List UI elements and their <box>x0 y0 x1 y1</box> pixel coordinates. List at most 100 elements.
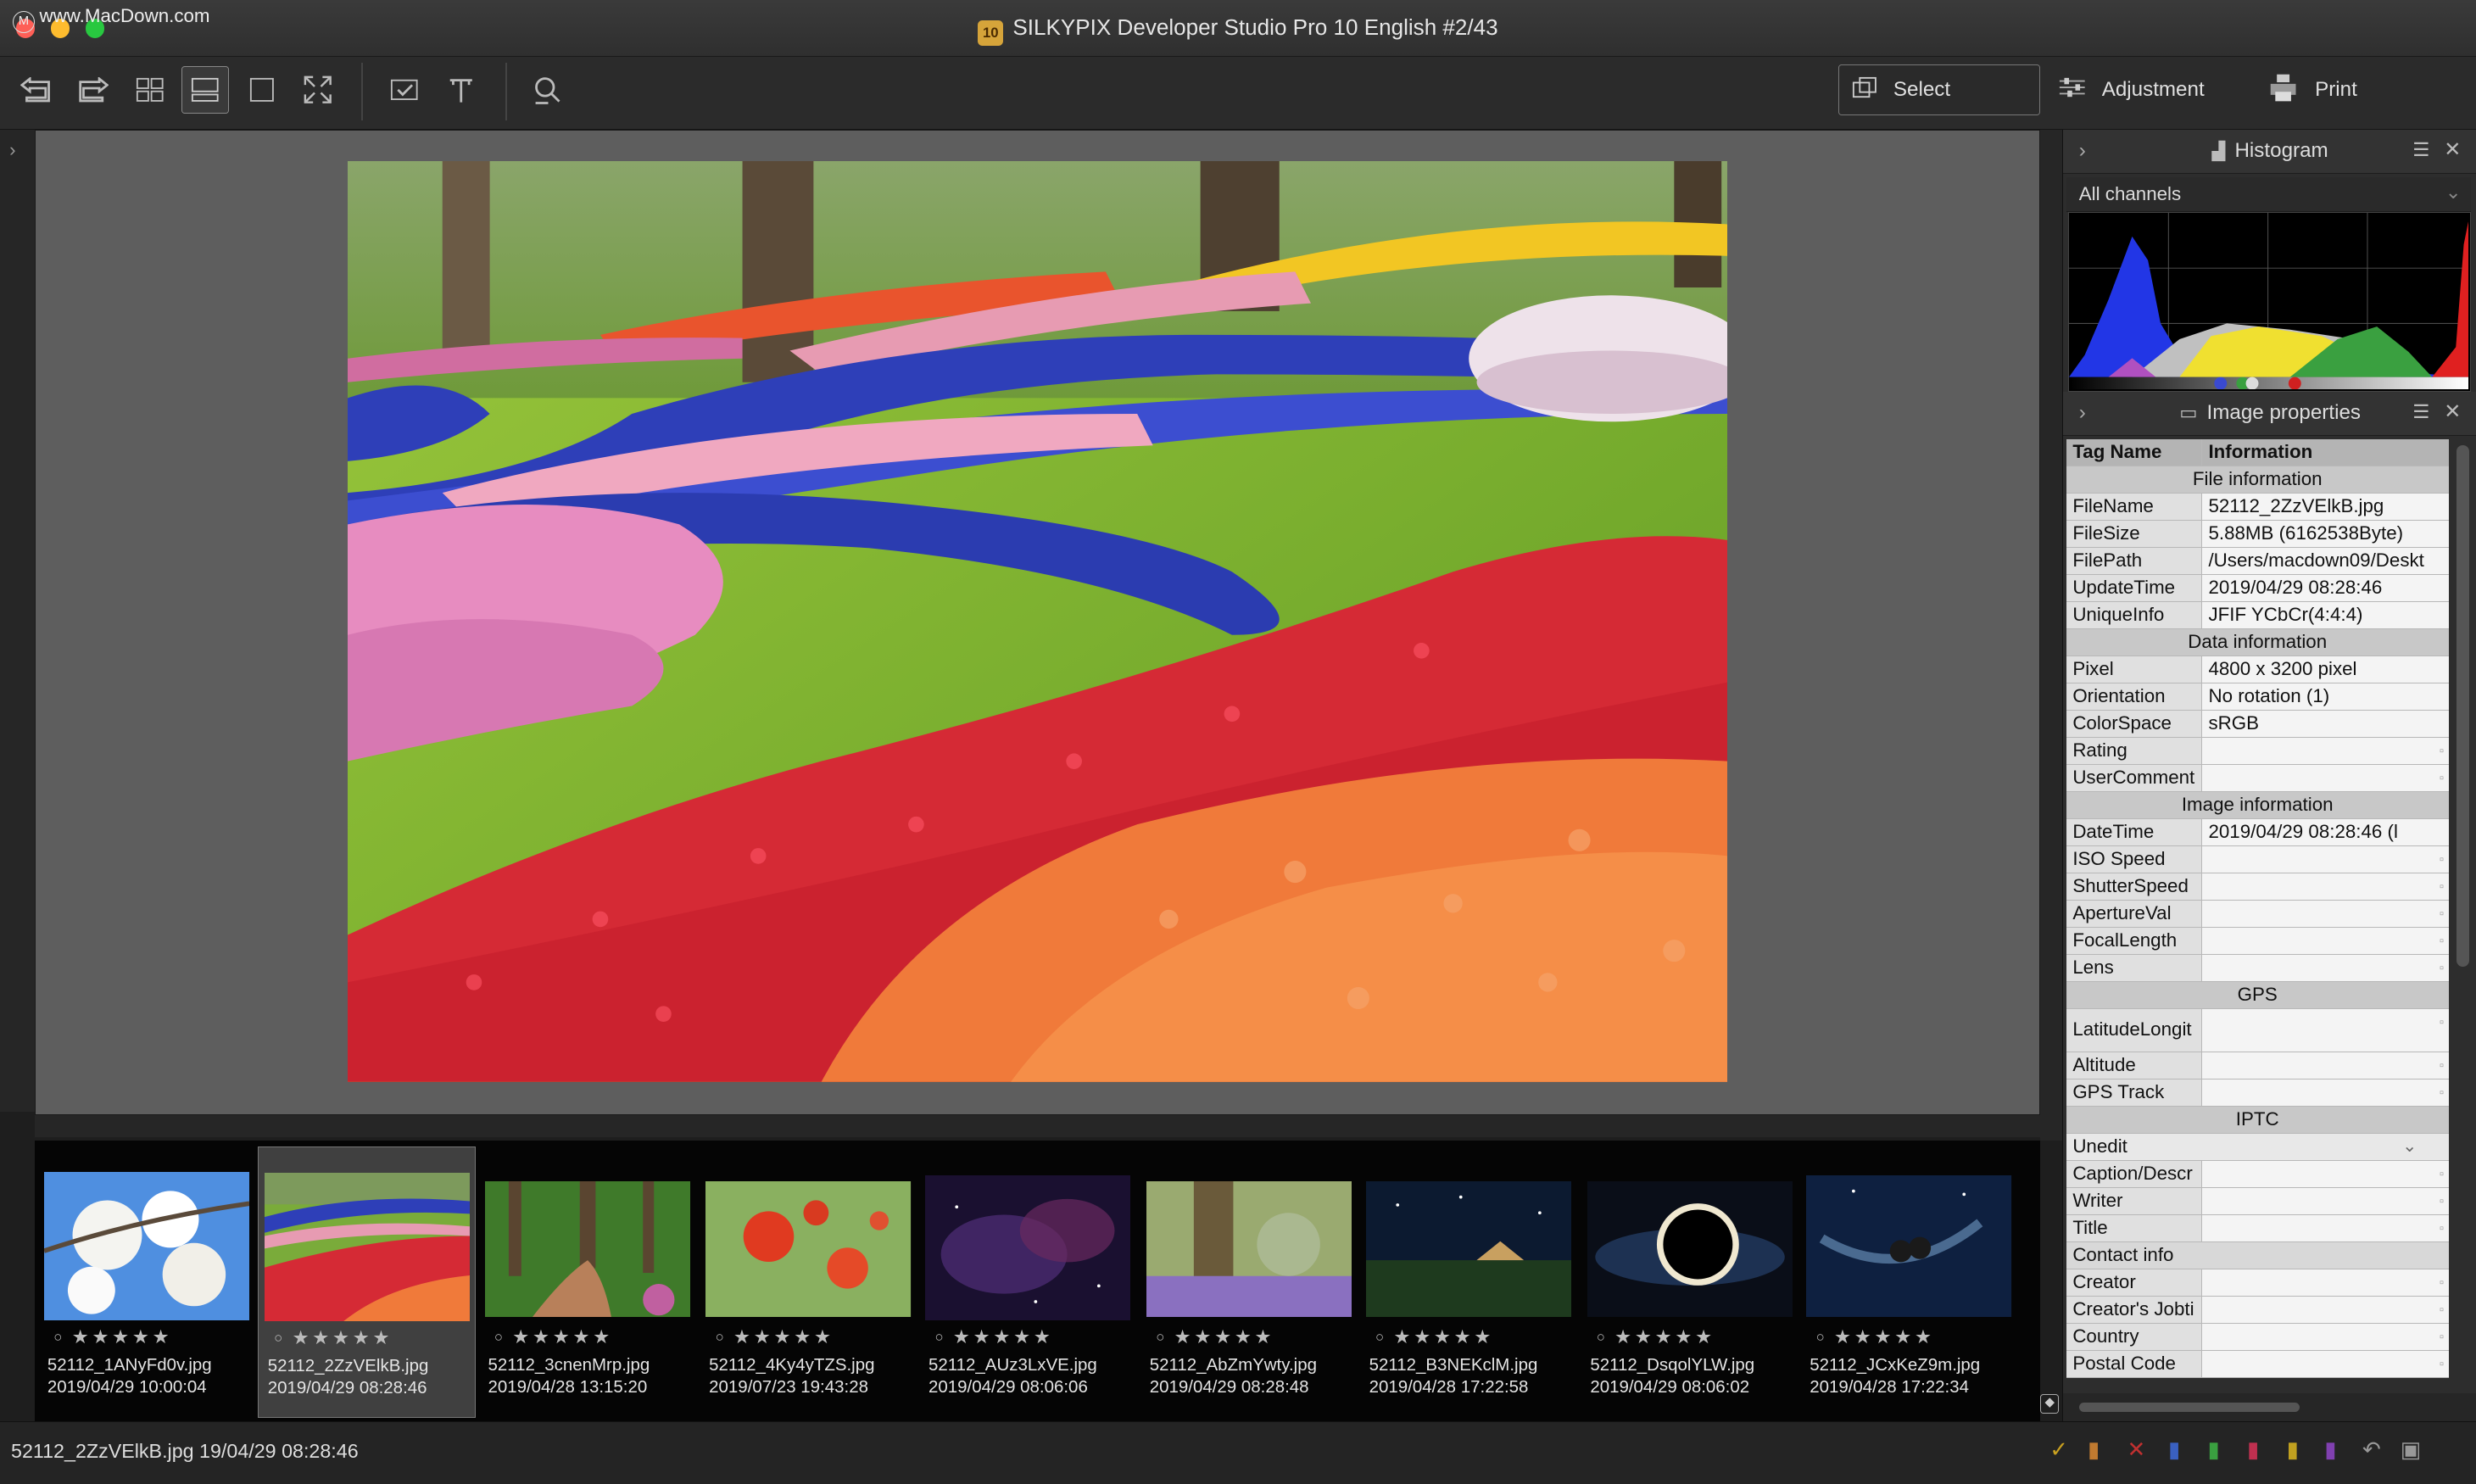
single-view-icon[interactable] <box>238 66 286 114</box>
property-value[interactable]: ▫ <box>2202 1214 2449 1241</box>
rating-stars[interactable]: ○ ★★★★★ <box>53 1326 172 1348</box>
edit-marker-icon[interactable]: ▫ <box>2440 1190 2444 1214</box>
properties-scrollbar[interactable] <box>2451 438 2474 1393</box>
property-name: ApertureVal <box>2066 901 2203 928</box>
property-value[interactable]: ▫ <box>2202 1079 2449 1106</box>
thumbnail[interactable]: ○ ★★★★★ 52112_B3NEKclM.jpg 2019/04/28 17:… <box>1359 1146 1577 1418</box>
mark-check-icon[interactable] <box>381 66 428 114</box>
edit-marker-icon[interactable]: ▫ <box>2440 1163 2444 1187</box>
fullscreen-icon[interactable] <box>293 66 341 114</box>
thumbnail-filename: 52112_1ANyFd0v.jpg <box>47 1354 212 1375</box>
properties-horizontal-scrollbar[interactable] <box>2063 1392 2476 1422</box>
channel-select[interactable]: All channels ⌄ <box>2066 176 2471 212</box>
close-icon[interactable]: ✕ <box>2444 399 2461 424</box>
adjustment-mode-button[interactable]: Adjustment <box>2058 64 2205 115</box>
rating-stars[interactable]: ○ ★★★★★ <box>274 1327 393 1349</box>
rating-stars[interactable]: ○ ★★★★★ <box>494 1326 613 1348</box>
main-preview-image[interactable] <box>347 160 1728 1082</box>
select-mode[interactable]: Select <box>1852 64 1950 115</box>
thumbnail-filename: 52112_3cnenMrp.jpg <box>488 1354 650 1375</box>
edit-marker-icon[interactable]: ▫ <box>2440 848 2444 873</box>
thumbnail[interactable]: ○ ★★★★★ 52112_3cnenMrp.jpg 2019/04/28 13:… <box>478 1146 696 1418</box>
checkmark-icon[interactable]: ✓ <box>2049 1437 2068 1463</box>
filmstrip-options-icon[interactable]: ◆ <box>2040 1394 2060 1414</box>
folder-icon[interactable]: ▮ <box>2088 1437 2100 1463</box>
green-label-icon[interactable]: ▮ <box>2207 1437 2219 1463</box>
edit-marker-icon[interactable]: ▫ <box>2440 1325 2444 1350</box>
rating-stars[interactable]: ○ ★★★★★ <box>1816 1326 1935 1348</box>
thumbnail[interactable]: ○ ★★★★★ 52112_DsqolYLW.jpg 2019/04/29 08:… <box>1581 1146 1798 1418</box>
property-value[interactable]: ▫ <box>2202 765 2449 792</box>
property-value[interactable]: ▫ <box>2202 738 2449 765</box>
expand-chevron-icon[interactable]: › <box>9 139 15 161</box>
property-value: No rotation (1) <box>2202 683 2449 711</box>
next-image-icon[interactable] <box>70 66 117 114</box>
viewer-vertical-scrollbar[interactable] <box>2040 129 2063 1141</box>
undo-icon[interactable]: ↶ <box>2362 1437 2381 1463</box>
edit-marker-icon[interactable]: ▫ <box>2440 902 2444 927</box>
iptc-edit-select[interactable]: Unedit ⌄ <box>2066 1133 2449 1161</box>
rating-stars[interactable]: ○ ★★★★★ <box>1375 1326 1494 1348</box>
property-value[interactable]: ▫ <box>2202 1052 2449 1079</box>
rating-stars[interactable]: ○ ★★★★★ <box>1597 1326 1715 1348</box>
blue-label-icon[interactable]: ▮ <box>2168 1437 2180 1463</box>
edit-marker-icon[interactable]: ▫ <box>2440 957 2444 981</box>
edit-marker-icon[interactable]: ▫ <box>2440 1081 2444 1106</box>
thumbnail-filename: 52112_DsqolYLW.jpg <box>1590 1354 1755 1375</box>
property-row: ApertureVal ▫ <box>2066 901 2449 929</box>
edit-marker-icon[interactable]: ▫ <box>2440 1271 2444 1296</box>
rating-tool-icon[interactable] <box>438 66 485 114</box>
property-value[interactable]: ▫ <box>2202 1296 2449 1323</box>
property-value[interactable]: ▫ <box>2202 1187 2449 1214</box>
yellow-label-icon[interactable]: ▮ <box>2287 1437 2299 1463</box>
thumbnail[interactable]: ○ ★★★★★ 52112_AbZmYwty.jpg 2019/04/29 08:… <box>1140 1146 1358 1418</box>
edit-marker-icon[interactable]: ▫ <box>2440 1217 2444 1241</box>
property-value[interactable]: ▫ <box>2202 928 2449 955</box>
preview-filmstrip-view-icon[interactable] <box>181 66 230 114</box>
zoom-loupe-icon[interactable] <box>522 66 570 114</box>
edit-marker-icon[interactable]: ▫ <box>2440 767 2444 791</box>
rating-stars[interactable]: ○ ★★★★★ <box>1156 1326 1274 1348</box>
previous-image-icon[interactable] <box>13 66 60 114</box>
property-value[interactable]: ▫ <box>2202 1009 2449 1052</box>
thumbnail[interactable]: ○ ★★★★★ 52112_AUz3LxVE.jpg 2019/04/29 08:… <box>919 1146 1137 1418</box>
print-mode-button[interactable]: Print <box>2267 64 2357 115</box>
edit-marker-icon[interactable]: ▫ <box>2440 1298 2444 1323</box>
property-value[interactable]: ▫ <box>2202 1323 2449 1350</box>
rating-stars[interactable]: ○ ★★★★★ <box>716 1326 834 1348</box>
property-value[interactable]: ▫ <box>2202 1350 2449 1378</box>
red-label-icon[interactable]: ▮ <box>2247 1437 2259 1463</box>
property-value[interactable]: ▫ <box>2202 846 2449 873</box>
lock-icon[interactable]: ▣ <box>2401 1437 2422 1463</box>
rating-stars[interactable]: ○ ★★★★★ <box>934 1326 1053 1348</box>
print-icon <box>2267 71 2299 109</box>
reject-icon[interactable]: ✕ <box>2127 1437 2146 1463</box>
thumbnail[interactable]: ○ ★★★★★ 52112_JCxKeZ9m.jpg 2019/04/28 17:… <box>1800 1146 2018 1418</box>
thumbnail[interactable]: ○ ★★★★★ 52112_4Ky4yTZS.jpg 2019/07/23 19:… <box>700 1146 917 1418</box>
property-value[interactable]: ▫ <box>2202 1269 2449 1296</box>
edit-marker-icon[interactable]: ▫ <box>2440 875 2444 900</box>
purple-label-icon[interactable]: ▮ <box>2324 1437 2336 1463</box>
edit-marker-icon[interactable]: ▫ <box>2440 1011 2444 1036</box>
scrollbar-thumb[interactable] <box>2078 1402 2300 1412</box>
panel-menu-icon[interactable]: ☰ <box>2412 139 2429 161</box>
thumbnail-selected[interactable]: ○ ★★★★★ 52112_2ZzVElkB.jpg 2019/04/29 08:… <box>257 1146 476 1419</box>
property-value[interactable]: ▫ <box>2202 901 2449 928</box>
close-icon[interactable]: ✕ <box>2444 137 2461 162</box>
property-value[interactable]: ▫ <box>2202 1160 2449 1187</box>
panel-menu-icon[interactable]: ☰ <box>2412 401 2429 423</box>
scrollbar-thumb[interactable] <box>2456 445 2469 967</box>
property-value: 2019/04/29 08:28:46 (l <box>2202 819 2449 846</box>
viewer-horizontal-scrollbar[interactable] <box>34 1114 2041 1137</box>
left-panel-collapse[interactable]: › <box>0 129 35 1113</box>
thumbnail[interactable]: ○ ★★★★★ 52112_1ANyFd0v.jpg 2019/04/29 10:… <box>38 1146 256 1418</box>
property-value[interactable]: ▫ <box>2202 873 2449 901</box>
property-name: FileName <box>2066 493 2203 520</box>
grid-view-icon[interactable] <box>126 66 174 114</box>
edit-marker-icon[interactable]: ▫ <box>2440 1054 2444 1079</box>
edit-marker-icon[interactable]: ▫ <box>2440 739 2444 764</box>
edit-marker-icon[interactable]: ▫ <box>2440 929 2444 954</box>
property-value[interactable]: ▫ <box>2202 955 2449 982</box>
property-row: UserComment ▫ <box>2066 765 2449 793</box>
edit-marker-icon[interactable]: ▫ <box>2440 1353 2444 1377</box>
